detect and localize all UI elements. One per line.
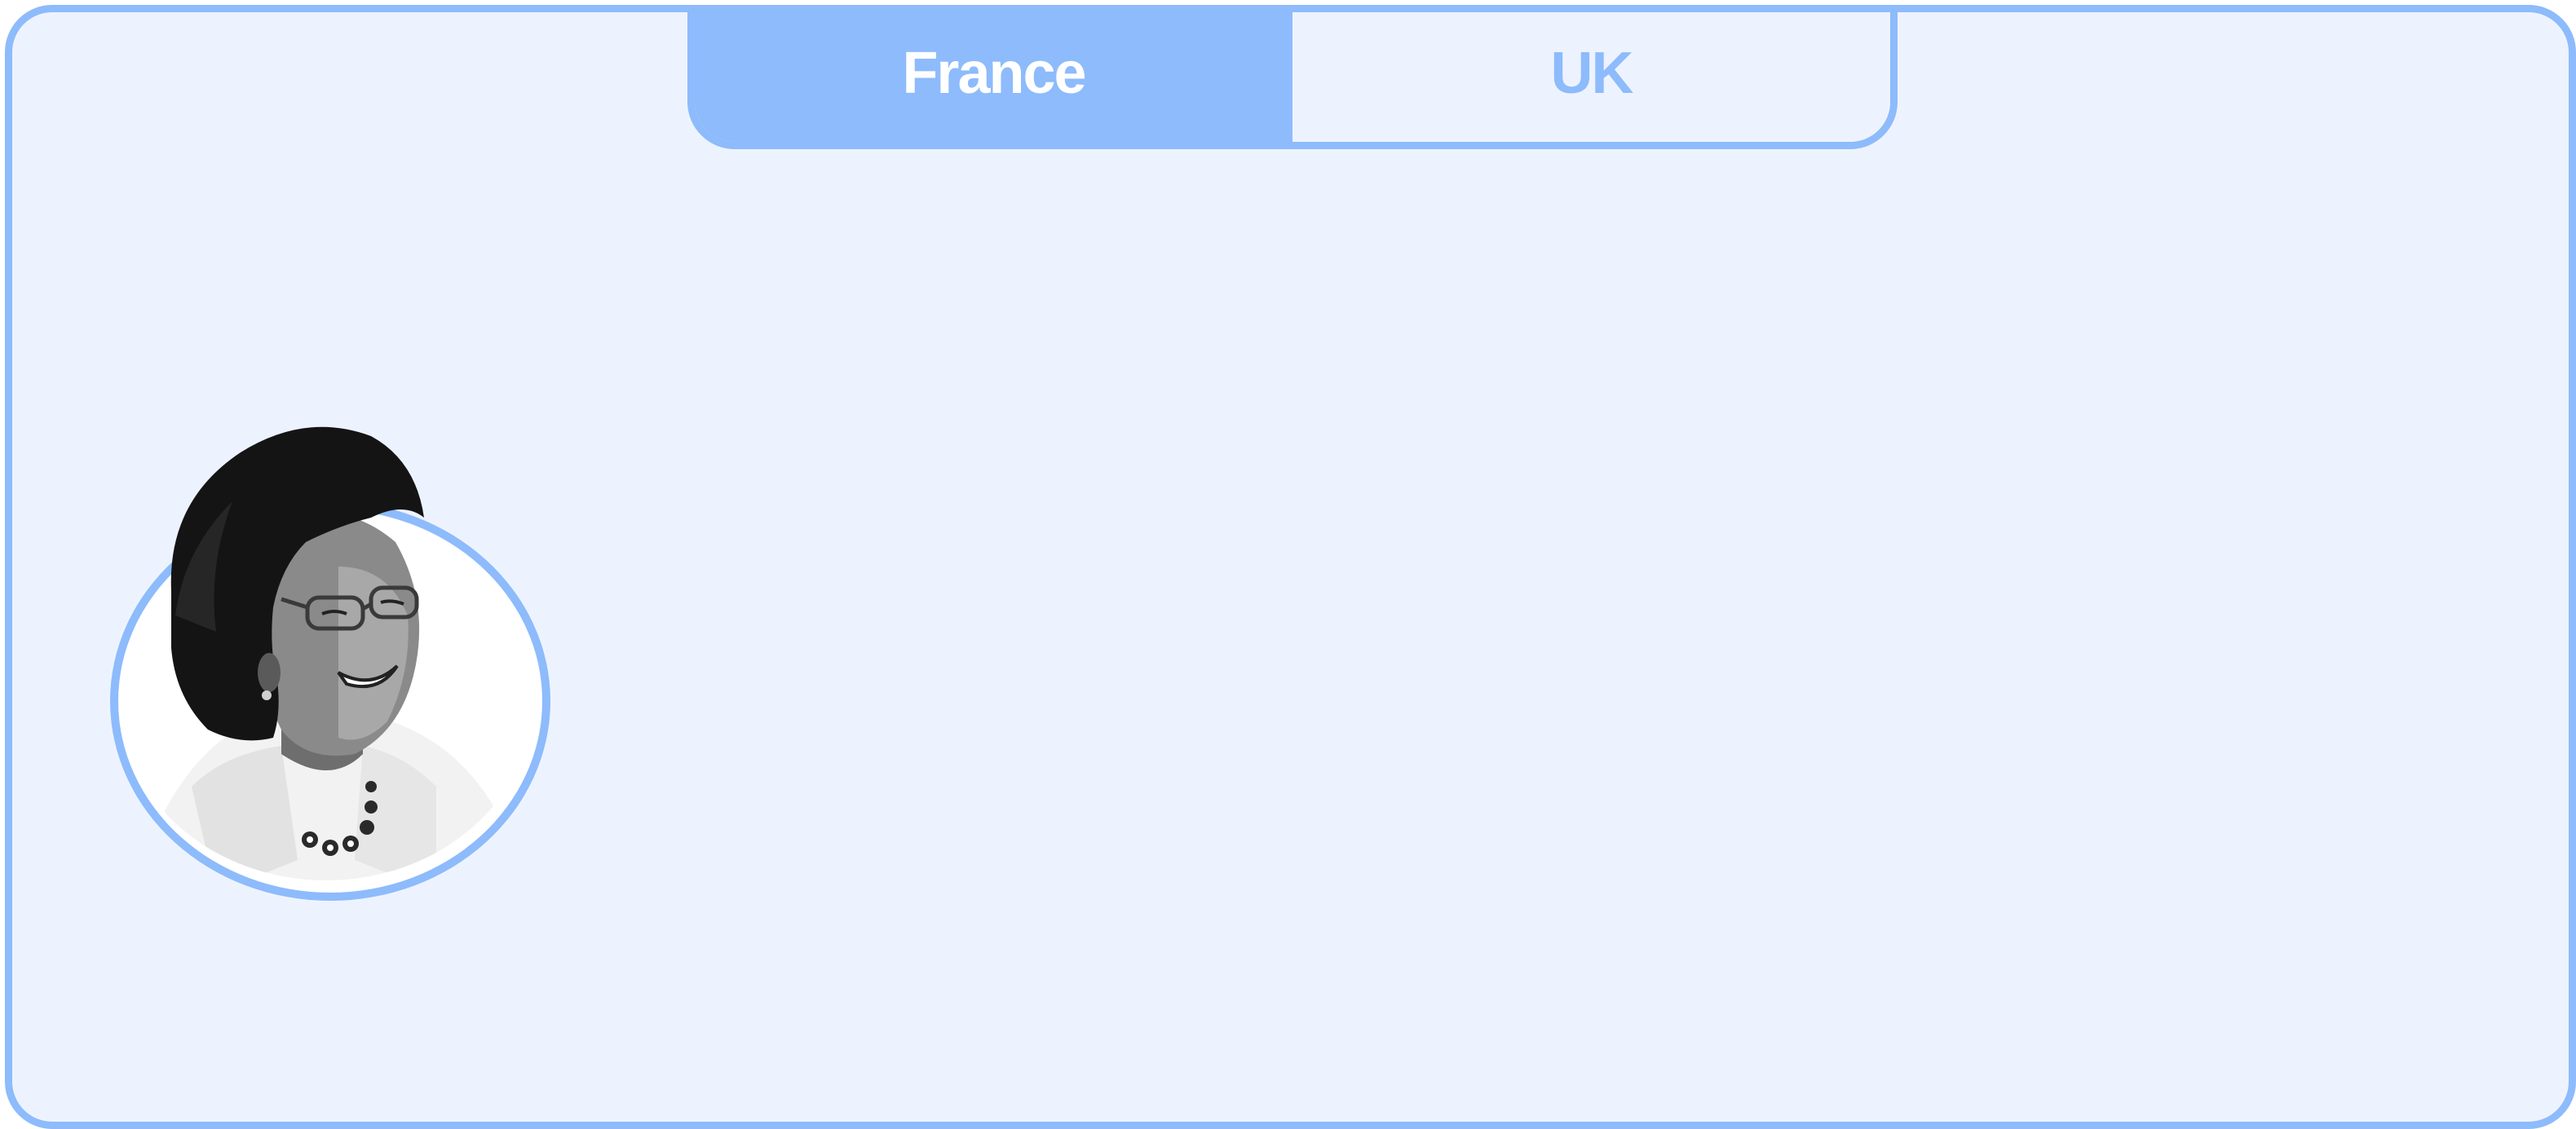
tab-france[interactable]: France xyxy=(695,12,1292,142)
country-tab-bar: France UK xyxy=(687,12,1898,149)
app-frame: France UK xyxy=(5,5,2576,1129)
person-photo-icon xyxy=(143,426,518,880)
avatar xyxy=(94,404,559,925)
tab-uk[interactable]: UK xyxy=(1292,12,1890,142)
